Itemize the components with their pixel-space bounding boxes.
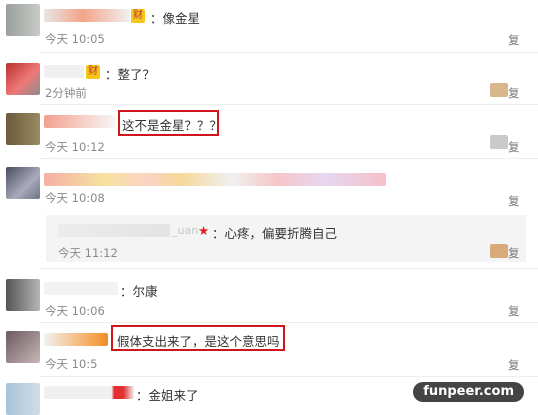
thumbnail <box>490 135 508 149</box>
wealth-badge: 财 <box>131 9 145 23</box>
username-blurred[interactable] <box>44 333 108 346</box>
comment-time: 今天 10:05 <box>45 32 105 46</box>
comment-text: ：金姐来了 <box>136 388 199 403</box>
avatar[interactable] <box>6 279 40 311</box>
comment-text: ：像金星 <box>150 11 201 26</box>
comment-text: 假体支出来了，是这个意思吗 <box>117 334 280 349</box>
username-blurred[interactable] <box>58 224 170 237</box>
comment-time: 今天 10:08 <box>45 191 105 205</box>
reply-button[interactable]: 复 <box>508 85 520 101</box>
star-badge: ★ <box>198 223 210 238</box>
username-blurred[interactable] <box>44 9 130 22</box>
thumbnail <box>490 83 508 97</box>
username-blurred[interactable] <box>44 65 84 78</box>
comment-text: 这不是金星？？？ <box>122 118 223 133</box>
comment-item: 财 ：整了？ 2分钟前 复 <box>0 53 538 103</box>
comment-text: ：整了？ <box>105 67 156 82</box>
reply-button[interactable]: 复 <box>508 193 520 209</box>
reply-button[interactable]: 复 <box>508 357 520 373</box>
sub-reply: _uan ★ ：心疼，偏要折腾自己 今天 11:12 复 <box>46 215 526 262</box>
thumbnail <box>490 244 508 258</box>
avatar[interactable] <box>6 383 40 415</box>
avatar[interactable] <box>6 331 40 363</box>
sub-reply-button[interactable]: 复 <box>508 245 520 261</box>
comment-time: 今天 10:06 <box>45 304 105 318</box>
comment-text: ：尔康 <box>120 284 158 299</box>
comment-list: 财 ：像金星 今天 10:05 复 财 ：整了？ 2分钟前 复 这不是金星？？？… <box>0 0 538 415</box>
wealth-badge: 财 <box>86 65 100 79</box>
sub-reply-time: 今天 11:12 <box>58 246 118 260</box>
reply-button[interactable]: 复 <box>508 303 520 319</box>
comment-time: 今天 10:12 <box>45 140 105 154</box>
avatar[interactable] <box>6 167 40 199</box>
avatar[interactable] <box>6 4 40 36</box>
username-blurred[interactable] <box>44 386 134 399</box>
sub-reply-text: ：心疼，偏要折腾自己 <box>212 226 338 241</box>
comment-time: 2分钟前 <box>45 86 87 100</box>
watermark: funpeer.com <box>413 382 524 402</box>
username-blurred[interactable] <box>44 115 116 128</box>
comment-item: 财 ：像金星 今天 10:05 复 <box>0 0 538 52</box>
comment-item: 这不是金星？？？ 今天 10:12 复 <box>0 105 538 157</box>
comment-item: 假体支出来了，是这个意思吗 今天 10:5 复 <box>0 323 538 375</box>
username-blurred[interactable] <box>44 282 118 295</box>
sub-reply-name-suffix[interactable]: _uan <box>172 224 198 237</box>
comment-item: 今天 10:08 复 _uan ★ ：心疼，偏要折腾自己 今天 11:12 复 <box>0 159 538 267</box>
comment-time: 今天 10:5 <box>45 357 98 371</box>
username-blurred[interactable] <box>44 173 386 186</box>
avatar[interactable] <box>6 113 40 145</box>
comment-item: ：尔康 今天 10:06 复 <box>0 269 538 321</box>
avatar[interactable] <box>6 63 40 95</box>
reply-button[interactable]: 复 <box>508 139 520 155</box>
reply-button[interactable]: 复 <box>508 32 520 48</box>
